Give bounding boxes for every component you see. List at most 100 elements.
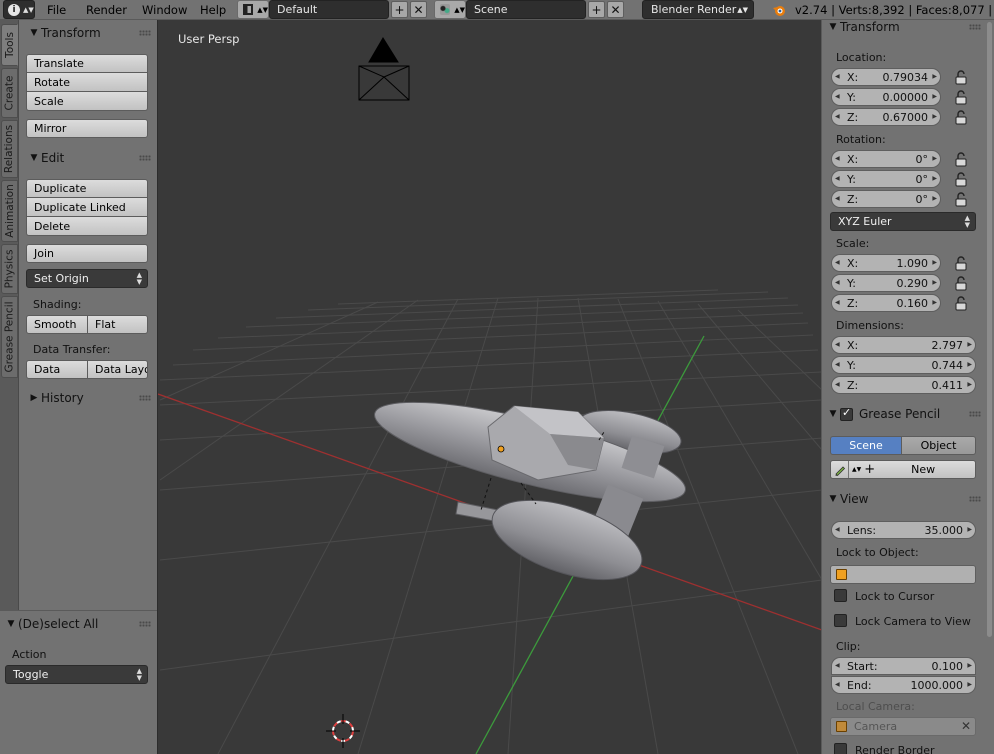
scene-name[interactable]: Scene [466, 0, 586, 19]
flat-button[interactable]: Flat [88, 315, 148, 334]
decrement-arrow-icon[interactable]: ◀ [835, 155, 840, 162]
increment-arrow-icon[interactable]: ▶ [967, 381, 972, 388]
3d-viewport[interactable]: User Persp [157, 20, 821, 754]
view-panel-header[interactable]: ▼ View [822, 488, 987, 510]
decrement-arrow-icon[interactable]: ◀ [835, 341, 840, 348]
decrement-arrow-icon[interactable]: ◀ [835, 381, 840, 388]
camera-object[interactable] [358, 37, 410, 101]
lock-to-object-field[interactable] [830, 565, 976, 584]
data-transfer-layout-button[interactable]: Data Layo [88, 360, 148, 379]
close-icon[interactable]: ✕ [961, 719, 971, 733]
increment-arrow-icon[interactable]: ▶ [932, 279, 937, 286]
scrollbar[interactable] [987, 22, 992, 637]
drag-grip-icon[interactable] [969, 24, 981, 30]
clip-start-field[interactable]: ◀ Start: 0.100 ▶ [831, 657, 976, 675]
increment-arrow-icon[interactable]: ▶ [932, 259, 937, 266]
rotation-z-field[interactable]: ◀ Z: 0° ▶ [831, 190, 941, 208]
screen-layout-name[interactable]: Default [269, 0, 389, 19]
decrement-arrow-icon[interactable]: ◀ [835, 662, 840, 669]
increment-arrow-icon[interactable]: ▶ [932, 113, 937, 120]
drag-grip-icon[interactable] [139, 30, 151, 36]
drag-grip-icon[interactable] [139, 395, 151, 401]
action-dropdown[interactable]: Toggle ▲ ▼ [5, 665, 148, 684]
increment-arrow-icon[interactable]: ▶ [967, 662, 972, 669]
screen-layout-selector[interactable]: ▲▼ [237, 0, 269, 19]
grease-pencil-panel-header[interactable]: ▼ ✓ Grease Pencil [822, 403, 987, 425]
lock-icon[interactable] [952, 275, 970, 291]
set-origin-dropdown[interactable]: Set Origin ▲ ▼ [26, 269, 148, 288]
local-camera-field[interactable]: Camera ✕ [830, 717, 976, 736]
drag-grip-icon[interactable] [139, 155, 151, 161]
scale-button[interactable]: Scale [26, 92, 148, 111]
decrement-arrow-icon[interactable]: ◀ [835, 279, 840, 286]
increment-arrow-icon[interactable]: ▶ [932, 73, 937, 80]
increment-arrow-icon[interactable]: ▶ [967, 361, 972, 368]
scale-z-field[interactable]: ◀ Z: 0.160 ▶ [831, 294, 941, 312]
menu-file[interactable]: File [41, 3, 72, 17]
lock-icon[interactable] [952, 89, 970, 105]
join-button[interactable]: Join [26, 244, 148, 263]
menu-render[interactable]: Render [80, 3, 133, 17]
rotation-y-field[interactable]: ◀ Y: 0° ▶ [831, 170, 941, 188]
operator-panel-header[interactable]: ▼ (De)select All [0, 613, 157, 635]
lock-icon[interactable] [952, 171, 970, 187]
lock-icon[interactable] [952, 151, 970, 167]
new-grease-pencil-button[interactable]: ▲▼ + New [830, 460, 976, 479]
render-engine-selector[interactable]: Blender Render ▲▼ [642, 0, 754, 19]
decrement-arrow-icon[interactable]: ◀ [835, 259, 840, 266]
add-screen-button[interactable]: + [391, 1, 408, 18]
drag-grip-icon[interactable] [969, 411, 981, 417]
spaceship-mesh[interactable] [367, 382, 693, 595]
mirror-button[interactable]: Mirror [26, 119, 148, 138]
tab-relations[interactable]: Relations [1, 120, 18, 178]
scene-selector[interactable]: ▲▼ [434, 0, 466, 19]
rotation-x-field[interactable]: ◀ X: 0° ▶ [831, 150, 941, 168]
decrement-arrow-icon[interactable]: ◀ [835, 73, 840, 80]
increment-arrow-icon[interactable]: ▶ [967, 681, 972, 688]
increment-arrow-icon[interactable]: ▶ [932, 175, 937, 182]
lock-icon[interactable] [952, 295, 970, 311]
grease-pencil-object-toggle[interactable]: Object [902, 436, 976, 455]
remove-scene-button[interactable]: ✕ [607, 1, 624, 18]
scale-y-field[interactable]: ◀ Y: 0.290 ▶ [831, 274, 941, 292]
drag-grip-icon[interactable] [139, 621, 151, 627]
clip-end-field[interactable]: ◀ End: 1000.000 ▶ [831, 676, 976, 694]
increment-arrow-icon[interactable]: ▶ [932, 93, 937, 100]
scale-x-field[interactable]: ◀ X: 1.090 ▶ [831, 254, 941, 272]
decrement-arrow-icon[interactable]: ◀ [835, 526, 840, 533]
dimension-y-field[interactable]: ◀ Y: 0.744 ▶ [831, 356, 976, 374]
dimension-x-field[interactable]: ◀ X: 2.797 ▶ [831, 336, 976, 354]
increment-arrow-icon[interactable]: ▶ [932, 299, 937, 306]
decrement-arrow-icon[interactable]: ◀ [835, 299, 840, 306]
decrement-arrow-icon[interactable]: ◀ [835, 175, 840, 182]
smooth-button[interactable]: Smooth [26, 315, 88, 334]
location-x-field[interactable]: ◀ X: 0.79034 ▶ [831, 68, 941, 86]
increment-arrow-icon[interactable]: ▶ [967, 341, 972, 348]
decrement-arrow-icon[interactable]: ◀ [835, 681, 840, 688]
3d-cursor[interactable] [326, 714, 360, 748]
edit-panel-header[interactable]: ▼ Edit [19, 147, 157, 169]
add-scene-button[interactable]: + [588, 1, 605, 18]
tab-grease-pencil[interactable]: Grease Pencil [1, 296, 18, 378]
increment-arrow-icon[interactable]: ▶ [932, 195, 937, 202]
translate-button[interactable]: Translate [26, 54, 148, 73]
increment-arrow-icon[interactable]: ▶ [932, 155, 937, 162]
grease-pencil-enable-checkbox[interactable]: ✓ [840, 406, 853, 421]
decrement-arrow-icon[interactable]: ◀ [835, 195, 840, 202]
lock-icon[interactable] [952, 191, 970, 207]
location-y-field[interactable]: ◀ Y: 0.00000 ▶ [831, 88, 941, 106]
menu-window[interactable]: Window [136, 3, 193, 17]
drag-grip-icon[interactable] [969, 496, 981, 502]
decrement-arrow-icon[interactable]: ◀ [835, 93, 840, 100]
duplicate-button[interactable]: Duplicate [26, 179, 148, 198]
editor-type-selector[interactable]: i ▲▼ [3, 0, 35, 19]
tab-create[interactable]: Create [1, 68, 18, 118]
tab-physics[interactable]: Physics [1, 244, 18, 294]
decrement-arrow-icon[interactable]: ◀ [835, 113, 840, 120]
tab-tools[interactable]: Tools [1, 24, 18, 66]
rotate-button[interactable]: Rotate [26, 73, 148, 92]
tab-animation[interactable]: Animation [1, 180, 18, 242]
lock-icon[interactable] [952, 109, 970, 125]
lock-icon[interactable] [952, 69, 970, 85]
delete-button[interactable]: Delete [26, 217, 148, 236]
